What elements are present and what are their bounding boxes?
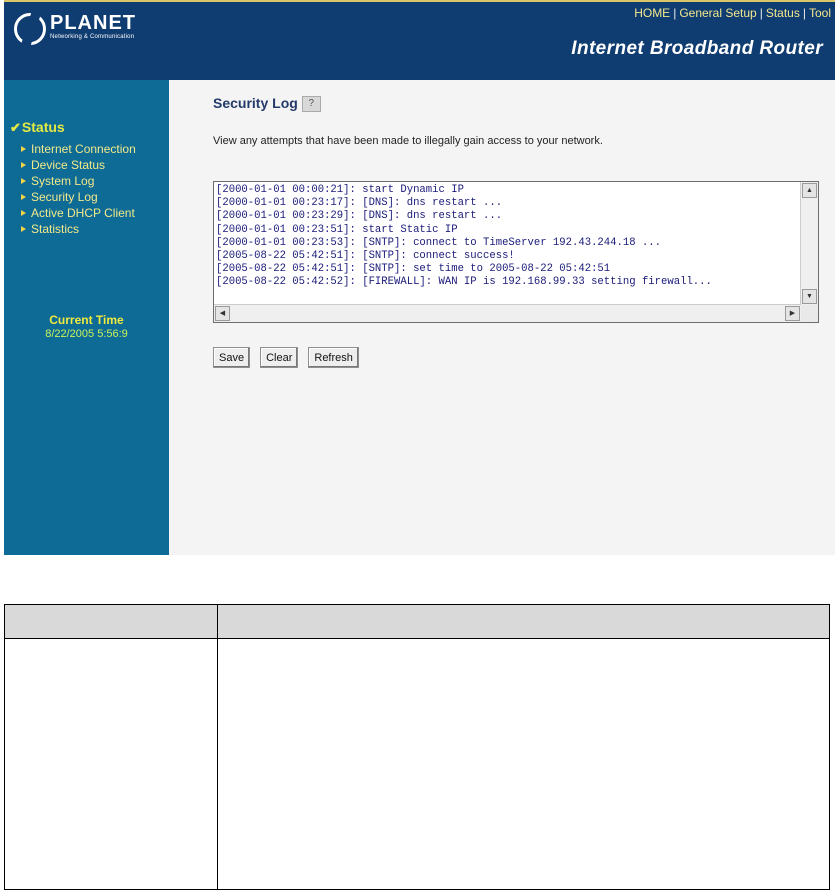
- log-line: [2000-01-01 00:23:51]: start Static IP: [216, 223, 458, 236]
- current-time-label: Current Time: [49, 313, 124, 327]
- log-line: [2005-08-22 05:42:51]: [SNTP]: set time …: [216, 263, 611, 276]
- arrow-right-icon: [21, 225, 26, 232]
- page-title: Security Log?: [213, 95, 321, 113]
- log-line: [2000-01-01 00:00:21]: start Dynamic IP: [216, 184, 464, 196]
- top-link-tool[interactable]: Tool: [809, 6, 831, 20]
- log-actions: Save Clear Refresh: [213, 347, 359, 368]
- refresh-button[interactable]: Refresh: [308, 347, 359, 368]
- current-time: Current Time 8/22/2005 5:56:9: [4, 313, 169, 340]
- document-table-header: [5, 605, 829, 639]
- top-nav-links: HOME | General Setup | Status | Tool: [634, 6, 831, 20]
- logo-tagline: Networking & Communication: [50, 34, 135, 40]
- log-line: [2000-01-01 00:23:53]: [SNTP]: connect t…: [216, 236, 662, 249]
- planet-logo-icon: [14, 13, 46, 45]
- planet-logo: PLANET Networking & Communication: [14, 12, 136, 45]
- arrow-right-icon: [21, 161, 26, 168]
- top-link-home[interactable]: HOME: [634, 6, 670, 20]
- arrow-right-icon: [21, 145, 26, 152]
- sidebar-nav: Internet Connection Device Status System…: [21, 141, 136, 237]
- nav-section-status[interactable]: ✔Status: [10, 119, 65, 136]
- document-table: [4, 604, 830, 890]
- security-log-textarea[interactable]: [2000-01-01 00:00:21]: start Dynamic IP[…: [213, 181, 819, 323]
- page-description: View any attempts that have been made to…: [213, 135, 603, 147]
- sidebar-item-internet-connection[interactable]: Internet Connection: [21, 141, 136, 157]
- help-icon[interactable]: ?: [301, 96, 321, 113]
- sidebar-item-security-log[interactable]: Security Log: [21, 189, 136, 205]
- arrow-right-icon: [21, 209, 26, 216]
- brand-title: Internet Broadband Router: [571, 38, 823, 59]
- log-line: [2000-01-01 00:23:17]: [DNS]: dns restar…: [216, 197, 503, 210]
- clear-button[interactable]: Clear: [260, 347, 299, 368]
- sidebar: ✔Status Internet Connection Device Statu…: [4, 80, 169, 555]
- scroll-up-icon[interactable]: ▲: [802, 183, 817, 198]
- log-line: [2005-08-22 05:42:51]: [SNTP]: connect s…: [216, 250, 515, 263]
- top-link-status[interactable]: Status: [766, 6, 800, 20]
- sidebar-item-statistics[interactable]: Statistics: [21, 221, 136, 237]
- save-button[interactable]: Save: [213, 347, 251, 368]
- arrow-right-icon: [21, 177, 26, 184]
- horizontal-scrollbar[interactable]: ◀ ▶: [214, 304, 801, 322]
- logo-name: PLANET: [50, 12, 136, 34]
- header-bar: PLANET Networking & Communication HOME | G…: [4, 0, 835, 80]
- resize-grip[interactable]: [801, 305, 818, 322]
- vertical-scrollbar[interactable]: ▲ ▼: [800, 182, 818, 305]
- sidebar-item-system-log[interactable]: System Log: [21, 173, 136, 189]
- log-line: [2000-01-01 00:23:29]: [DNS]: dns restar…: [216, 210, 503, 223]
- log-text: [2000-01-01 00:00:21]: start Dynamic IP[…: [216, 184, 798, 304]
- current-time-value: 8/22/2005 5:56:9: [45, 328, 128, 340]
- header-accent-line: [4, 0, 835, 2]
- top-link-general-setup[interactable]: General Setup: [679, 6, 756, 20]
- checkmark-icon: ✔: [10, 120, 21, 135]
- arrow-right-icon: [21, 193, 26, 200]
- scroll-left-icon[interactable]: ◀: [215, 306, 230, 321]
- sidebar-item-active-dhcp-client[interactable]: Active DHCP Client: [21, 205, 136, 221]
- log-line: [2005-08-22 05:42:52]: [FIREWALL]: WAN I…: [216, 276, 712, 289]
- sidebar-item-device-status[interactable]: Device Status: [21, 157, 136, 173]
- document-table-column-divider: [217, 605, 218, 889]
- scroll-right-icon[interactable]: ▶: [785, 306, 800, 321]
- router-web-ui: PLANET Networking & Communication HOME | G…: [4, 0, 835, 555]
- main-content: Security Log? View any attempts that hav…: [169, 80, 835, 555]
- nav-section-label: Status: [21, 119, 65, 135]
- scroll-down-icon[interactable]: ▼: [802, 289, 817, 304]
